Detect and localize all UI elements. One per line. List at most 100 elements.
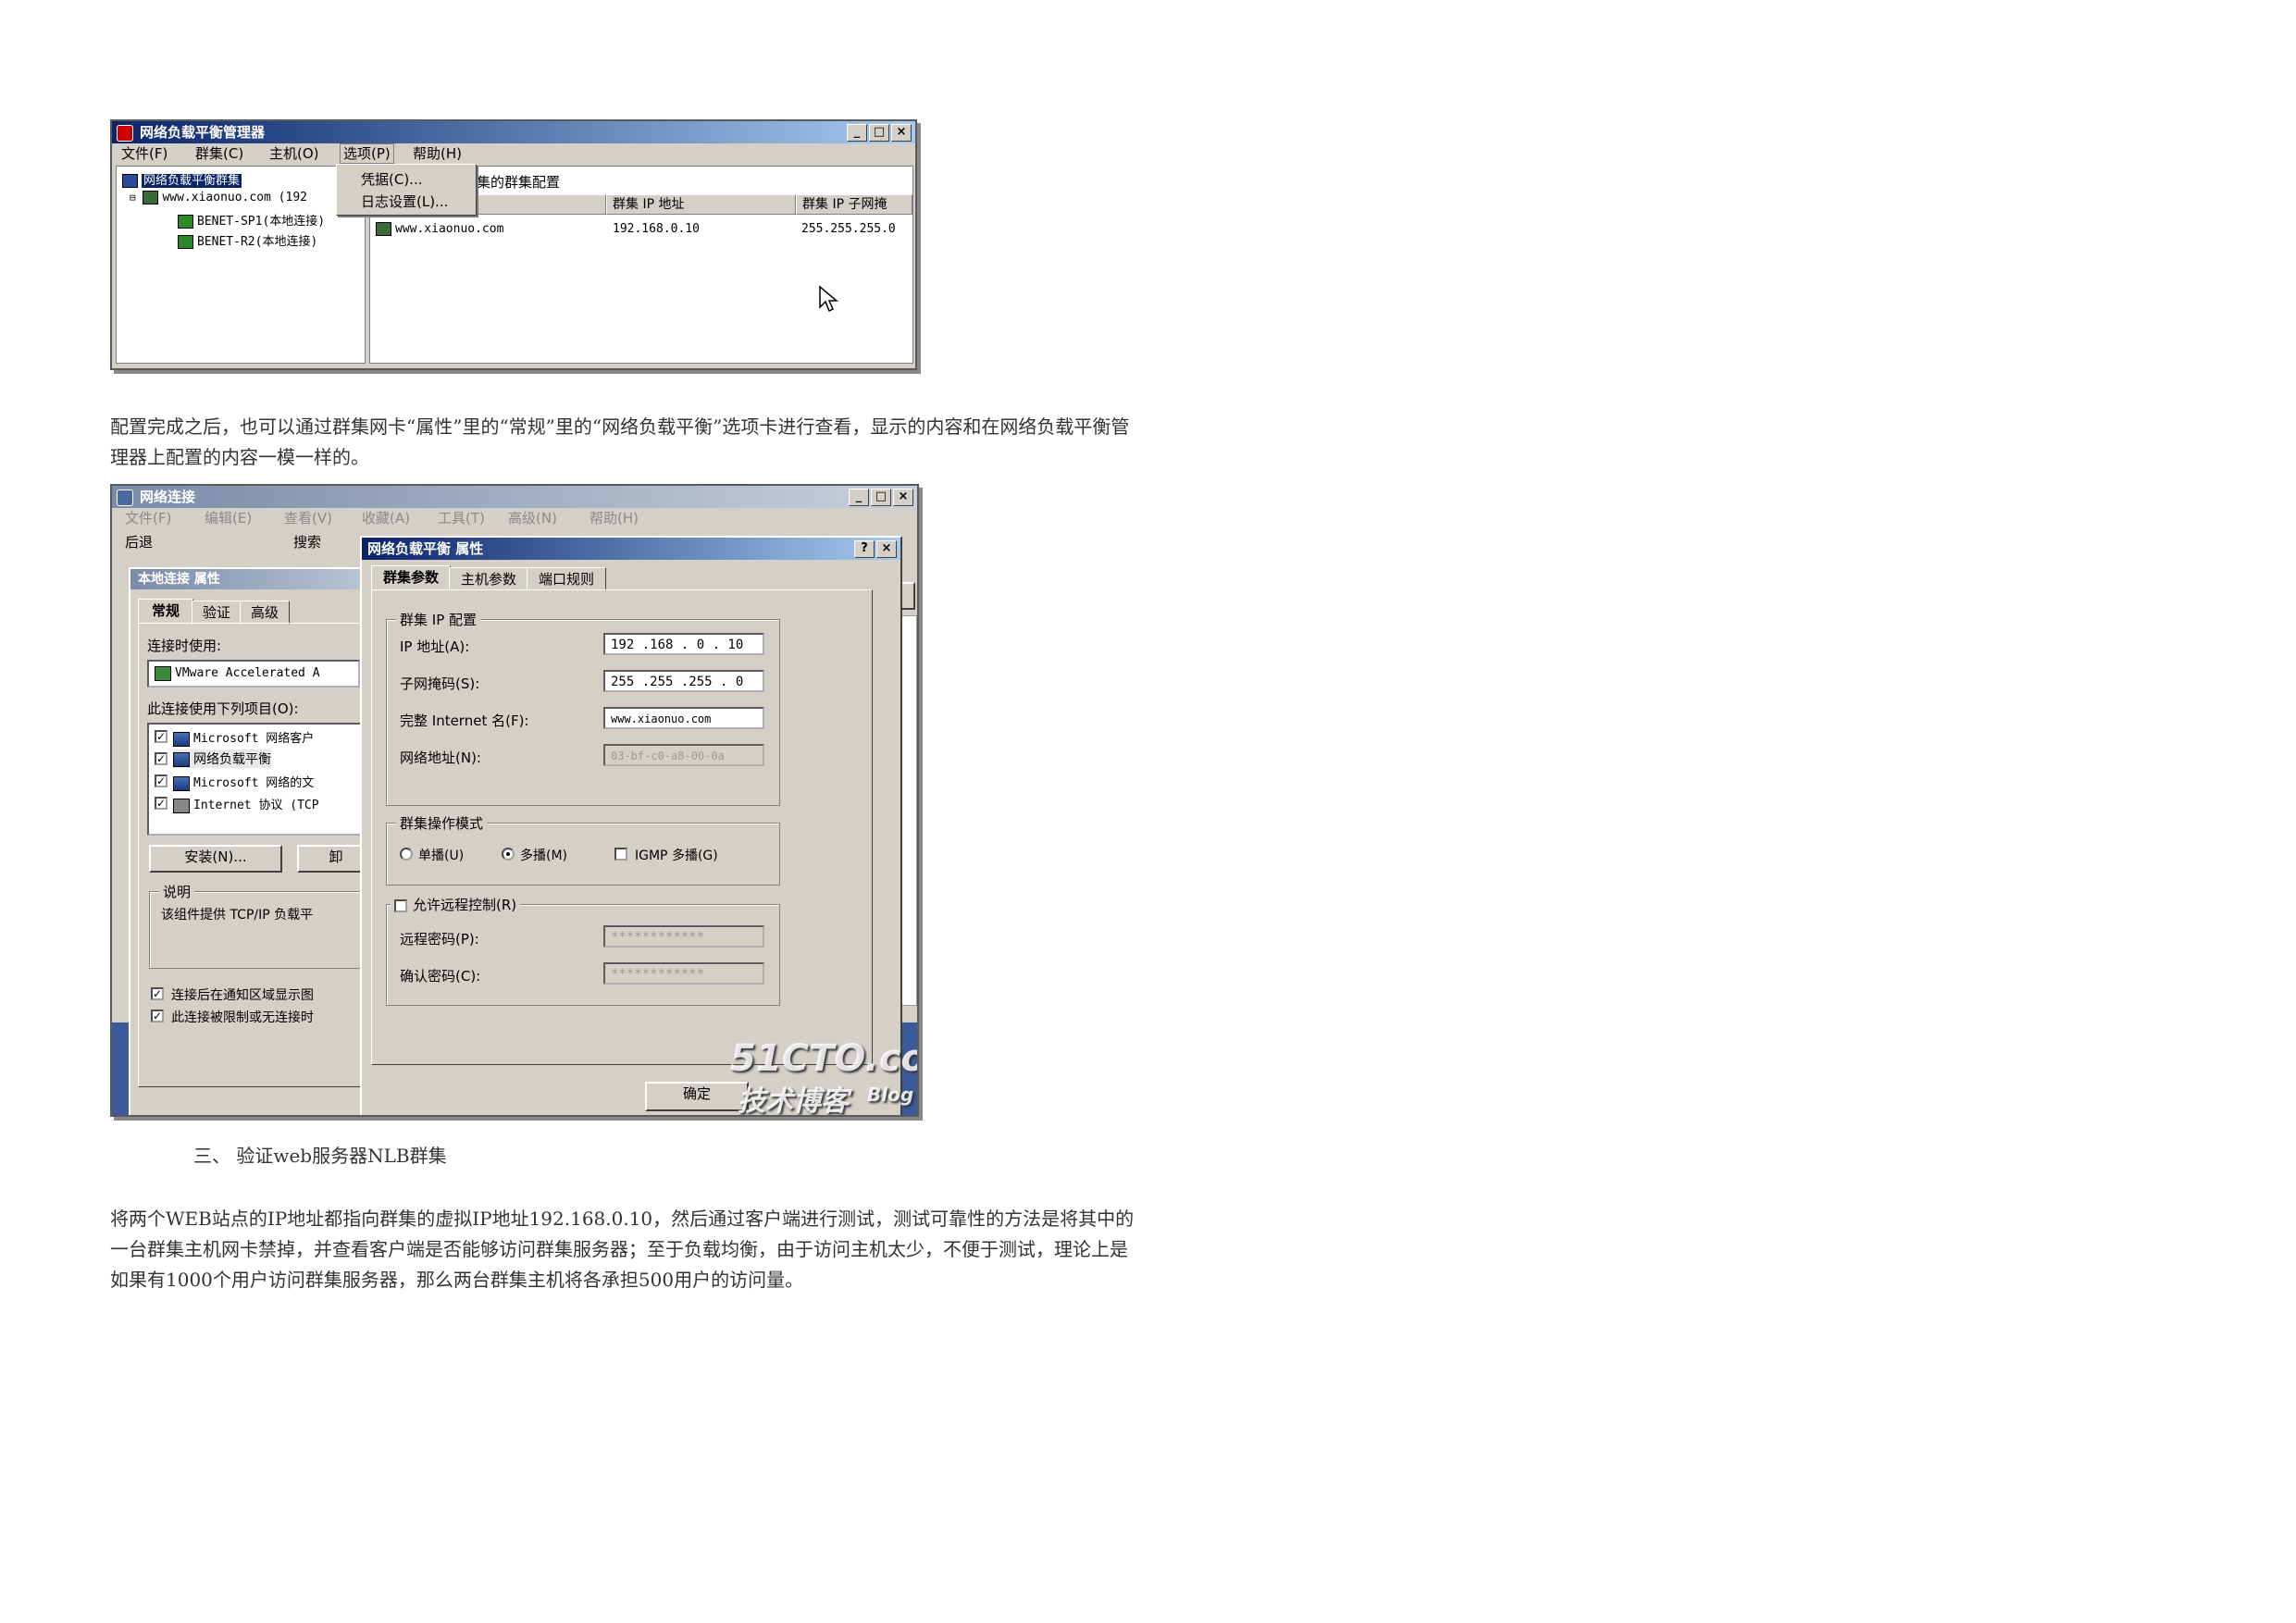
install-button[interactable]: 安装(N)... [149, 845, 282, 873]
detail-title: 群集的群集配置 [463, 174, 561, 191]
local-props-title: 本地连接 属性 [138, 572, 220, 587]
cluster-row-ip: 192.168.0.10 [613, 222, 700, 236]
cluster-ip-group: 群集 IP 配置 IP 地址(A): 192 .168 . 0 . 10 子网掩… [386, 610, 780, 806]
column-header-mask[interactable]: 群集 IP 子网掩 [796, 194, 912, 215]
paragraph-1: 配置完成之后，也可以通过群集网卡“属性”里的“常规”里的“网络负载平衡”选项卡进… [110, 415, 1130, 468]
network-address-label: 网络地址(N): [400, 750, 481, 766]
connect-using-label: 连接时使用: [147, 638, 222, 654]
local-props-title-bar: 本地连接 属性 [130, 569, 362, 589]
watermark-logo: 51CTO.com [730, 1037, 917, 1080]
igmp-multicast-checkbox[interactable] [614, 848, 627, 861]
help-button[interactable]: ? [854, 540, 875, 558]
network-address-field: 03-bf-c0-a8-00-0a [603, 744, 764, 766]
menu-options[interactable]: 选项(P) [340, 143, 394, 164]
multicast-label: 多播(M) [520, 849, 568, 863]
bg-maximize-button[interactable]: □ [871, 489, 891, 506]
remote-password-label: 远程密码(P): [400, 931, 479, 948]
cluster-mode-group: 群集操作模式 单播(U) 多播(M) IGMP 多播(G) [386, 813, 780, 886]
local-connection-properties-dialog: 本地连接 属性 常规 验证 高级 连接时使用: VMware Accelerat… [129, 567, 375, 1115]
network-icon [117, 489, 133, 506]
maximize-button[interactable]: □ [869, 124, 889, 142]
item-checkbox[interactable]: ✓ [155, 752, 168, 765]
menu-item-credentials[interactable]: 凭据(C)... [361, 169, 422, 189]
list-item[interactable]: Microsoft 网络的文 [173, 773, 314, 791]
tree-root[interactable]: 网络负载平衡群集 [122, 170, 242, 188]
items-list[interactable]: ✓ Microsoft 网络客户 ✓ 网络负载平衡 ✓ Microsoft 网络… [147, 723, 366, 836]
back-button[interactable]: 后退 [125, 532, 153, 551]
mask-label: 子网掩码(S): [400, 675, 480, 692]
remote-password-field: ************ [603, 925, 764, 948]
ok-button[interactable]: 确定 [645, 1082, 749, 1111]
column-header-ip[interactable]: 群集 IP 地址 [606, 194, 796, 215]
minimize-button[interactable]: _ [847, 124, 867, 142]
remote-control-checkbox[interactable] [394, 898, 407, 912]
tab-advanced[interactable]: 高级 [240, 601, 290, 625]
file-sharing-icon [173, 775, 190, 791]
nlb-properties-screenshot: 网络连接 _ □ × 文件(F) 编辑(E) 查看(V) 收藏(A) 工具(T)… [110, 484, 919, 1117]
tab-cluster-params[interactable]: 群集参数 [371, 565, 451, 591]
close-button[interactable]: × [891, 124, 912, 142]
cluster-row-mask: 255.255.255.0 [801, 222, 896, 236]
client-icon [173, 731, 190, 747]
description-group: 说明 该组件提供 TCP/IP 负载平 [149, 882, 373, 969]
ip-address-field[interactable]: 192 .168 . 0 . 10 [603, 633, 764, 655]
multicast-radio[interactable] [502, 848, 515, 861]
nlb-properties-dialog: 网络负载平衡 属性 ? × 群集参数 主机参数 端口规则 群集 IP 配置 IP… [360, 536, 902, 1115]
tab-authentication[interactable]: 验证 [192, 601, 242, 625]
subnet-mask-field[interactable]: 255 .255 .255 . 0 [603, 670, 764, 692]
list-item[interactable]: Microsoft 网络客户 [173, 728, 314, 747]
nlb-icon [173, 752, 190, 767]
fqdn-field[interactable]: www.xiaonuo.com [603, 707, 764, 729]
menu-cluster[interactable]: 群集(C) [195, 143, 243, 164]
host-icon [178, 215, 193, 229]
bg-close-button[interactable]: × [893, 489, 913, 506]
bg-menu-favorites[interactable]: 收藏(A) [362, 508, 410, 528]
cluster-ip-group-title: 群集 IP 配置 [396, 610, 481, 629]
tree-cluster[interactable]: ⊟ www.xiaonuo.com (192 [130, 191, 307, 204]
adapter-icon [155, 665, 171, 681]
item-checkbox[interactable]: ✓ [155, 797, 168, 810]
limited-connectivity-label: 此连接被限制或无连接时 [171, 1010, 314, 1025]
notify-checkbox[interactable]: ✓ [151, 987, 164, 1000]
tree-pane: 网络负载平衡群集 ⊟ www.xiaonuo.com (192 BENET-SP… [116, 166, 366, 364]
bg-minimize-button[interactable]: _ [849, 489, 869, 506]
unicast-radio[interactable] [400, 848, 413, 861]
tab-general[interactable]: 常规 [138, 599, 193, 625]
bg-menu-view[interactable]: 查看(V) [284, 508, 332, 528]
item-checkbox[interactable]: ✓ [155, 730, 168, 743]
options-dropdown: 凭据(C)... 日志设置(L)... [336, 164, 477, 216]
item-checkbox[interactable]: ✓ [155, 774, 168, 787]
cluster-row-name[interactable]: www.xiaonuo.com [376, 222, 503, 236]
description-label: 说明 [159, 882, 195, 901]
menu-host[interactable]: 主机(O) [269, 143, 319, 164]
list-item[interactable]: Internet 协议 (TCP [173, 795, 319, 813]
list-item-selected[interactable]: 网络负载平衡 [173, 750, 271, 768]
tree-host-1[interactable]: BENET-SP1(本地连接) [178, 211, 325, 229]
nlb-close-button[interactable]: × [876, 540, 897, 558]
search-button[interactable]: 搜索 [293, 532, 321, 551]
server-icon [143, 191, 159, 204]
bg-menu-file[interactable]: 文件(F) [125, 508, 171, 528]
cluster-icon [122, 174, 138, 188]
tree-host-2[interactable]: BENET-R2(本地连接) [178, 231, 317, 249]
fqdn-label: 完整 Internet 名(F): [400, 712, 529, 729]
watermark-blog: Blog [867, 1084, 914, 1106]
bg-menu-edit[interactable]: 编辑(E) [205, 508, 252, 528]
bg-menu-advanced[interactable]: 高级(N) [508, 508, 557, 528]
bg-menu-help[interactable]: 帮助(H) [590, 508, 639, 528]
nlb-manager-screenshot: 网络负载平衡管理器 _ □ × 文件(F) 群集(C) 主机(O) 选项(P) … [110, 119, 917, 370]
title-bar: 网络负载平衡管理器 _ □ × [112, 121, 915, 143]
menu-file[interactable]: 文件(F) [121, 143, 168, 164]
paragraph-2: 将两个WEB站点的IP地址都指向群集的虚拟IP地址192.168.0.10，然后… [110, 1208, 1135, 1291]
menu-help[interactable]: 帮助(H) [413, 143, 462, 164]
limited-connectivity-checkbox[interactable]: ✓ [151, 1010, 164, 1022]
items-label: 此连接使用下列项目(O): [147, 700, 299, 717]
nlb-title: 网络负载平衡 属性 [367, 540, 484, 557]
bg-title-bar: 网络连接 _ □ × [112, 486, 917, 508]
bg-menu-tools[interactable]: 工具(T) [438, 508, 485, 528]
adapter-field: VMware Accelerated A [147, 660, 360, 688]
nlb-title-bar: 网络负载平衡 属性 ? × [362, 538, 900, 560]
tab-host-params[interactable]: 主机参数 [449, 567, 528, 591]
tab-port-rules[interactable]: 端口规则 [527, 567, 606, 591]
menu-item-log-settings[interactable]: 日志设置(L)... [361, 192, 448, 211]
